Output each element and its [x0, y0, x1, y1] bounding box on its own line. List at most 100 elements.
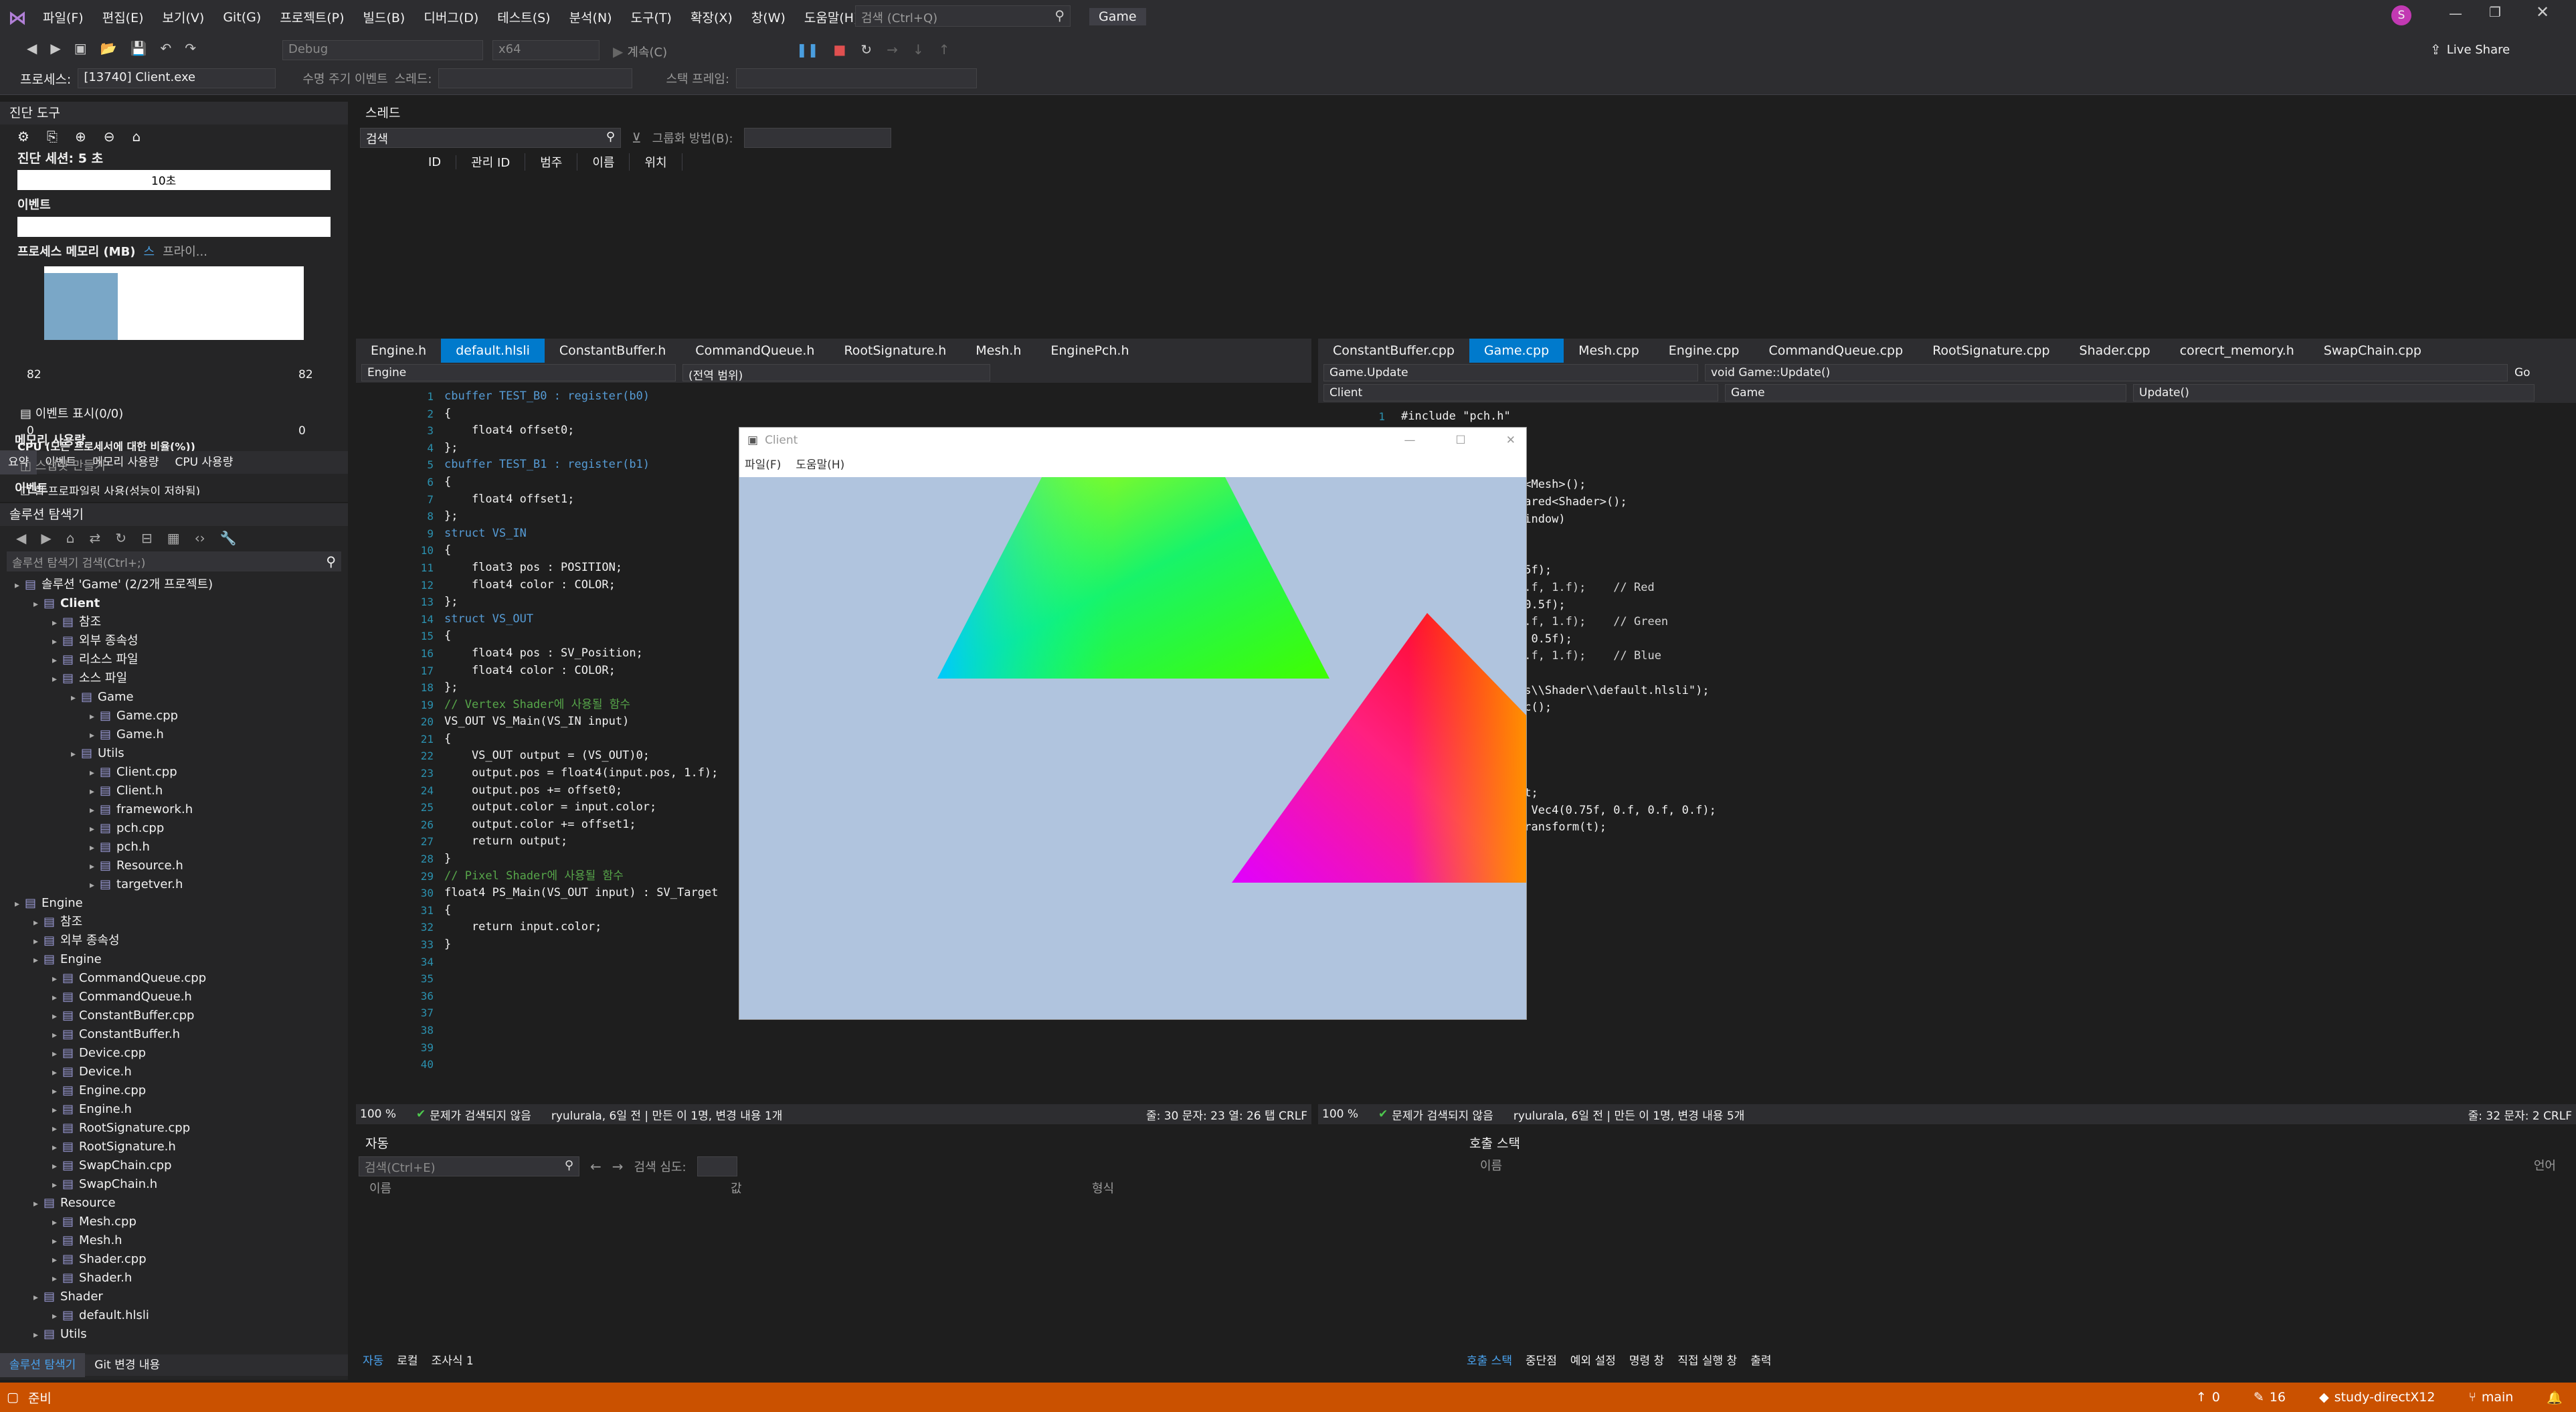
expand-arrow-icon[interactable]: ▸	[52, 974, 57, 984]
tree-item[interactable]: ▸ ▤ pch.cpp	[5, 819, 348, 838]
tree-item[interactable]: ▸ ▤ 참조	[5, 613, 348, 632]
editor-tab[interactable]: Mesh.cpp	[1564, 339, 1654, 363]
editor-tab[interactable]: CommandQueue.cpp	[1754, 339, 1918, 363]
expand-arrow-icon[interactable]: ▸	[52, 1086, 57, 1097]
settings-icon[interactable]: ⚙	[17, 128, 29, 145]
forward-icon[interactable]: →	[612, 1158, 624, 1174]
tree-item[interactable]: ▸ ▤ pch.h	[5, 838, 348, 857]
tree-item[interactable]: ▸ ▤ ConstantBuffer.cpp	[5, 1006, 348, 1025]
tree-item[interactable]: ▸ ▤ framework.h	[5, 800, 348, 819]
expand-arrow-icon[interactable]: ▸	[52, 636, 57, 647]
expand-arrow-icon[interactable]: ▸	[90, 880, 94, 891]
expand-arrow-icon[interactable]: ▸	[15, 899, 19, 909]
editor-tab[interactable]: ConstantBuffer.h	[545, 339, 680, 363]
menu-item[interactable]: 분석(N)	[560, 8, 622, 26]
tree-item[interactable]: ▸ ▤ Shader.cpp	[5, 1250, 348, 1269]
expand-arrow-icon[interactable]: ▸	[52, 1030, 57, 1041]
thread-column[interactable]: 관리 ID	[456, 153, 526, 171]
editor-tab[interactable]: RootSignature.cpp	[1918, 339, 2064, 363]
right-code[interactable]: 1#include "pch.h"h"Queue.h"h"mesh = make…	[1358, 408, 2549, 1091]
snapshot-button[interactable]: ◫ 스냅샷 만들기	[20, 456, 106, 474]
minimize-icon[interactable]: —	[1404, 434, 1416, 447]
callstack-tab[interactable]: 호출 스택	[1460, 1349, 1519, 1373]
menu-item[interactable]: 도구(T)	[622, 8, 681, 26]
menu-item[interactable]: 확장(X)	[681, 8, 742, 26]
tree-item[interactable]: ▸ ▤ Engine	[5, 950, 348, 969]
expand-arrow-icon[interactable]: ▸	[71, 693, 76, 703]
tree-item[interactable]: ▸ ▤ Utils	[5, 744, 348, 763]
home-icon[interactable]: ⌂	[66, 530, 75, 546]
editor-tab[interactable]: Engine.h	[356, 339, 441, 363]
tree-item[interactable]: ▸ ▤ 리소스 파일	[5, 650, 348, 669]
tree-item[interactable]: ▸ ▤ RootSignature.cpp	[5, 1119, 348, 1138]
expand-arrow-icon[interactable]: ▸	[52, 1236, 57, 1247]
tree-item[interactable]: ▸ ▤ Device.h	[5, 1063, 348, 1081]
expand-arrow-icon[interactable]: ▸	[52, 1217, 57, 1228]
tree-item[interactable]: ▸ ▤ Engine.cpp	[5, 1081, 348, 1100]
status-up[interactable]: 0	[2212, 1390, 2220, 1405]
callstack-tab[interactable]: 출력	[1744, 1349, 1778, 1373]
threads-search[interactable]: 검색 ⚲	[360, 128, 621, 148]
expand-arrow-icon[interactable]: ▸	[52, 1180, 57, 1190]
expand-arrow-icon[interactable]: ▸	[90, 730, 94, 741]
expand-arrow-icon[interactable]: ▸	[52, 1124, 57, 1134]
step-into-icon[interactable]: ↓	[913, 41, 924, 58]
tree-item[interactable]: ▸ ▤ ConstantBuffer.h	[5, 1025, 348, 1044]
menu-item[interactable]: 빌드(B)	[354, 8, 415, 26]
tree-item[interactable]: ▸ ▤ Client.cpp	[5, 763, 348, 782]
status-branch[interactable]: main	[2482, 1390, 2513, 1405]
config-select[interactable]: Debug	[282, 40, 483, 60]
menu-item[interactable]: Git(G)	[213, 10, 270, 25]
expand-arrow-icon[interactable]: ▸	[52, 1255, 57, 1265]
left-zoom[interactable]: 100 %	[360, 1108, 396, 1121]
autos-column[interactable]: 형식	[1079, 1179, 1279, 1197]
autos-search[interactable]: 검색(Ctrl+E) ⚲	[359, 1156, 579, 1176]
callstack-tab[interactable]: 직접 실행 창	[1671, 1349, 1744, 1373]
expand-arrow-icon[interactable]: ▸	[52, 1311, 57, 1322]
editor-tab[interactable]: CommandQueue.h	[680, 339, 829, 363]
editor-tab[interactable]: Engine.cpp	[1654, 339, 1754, 363]
tree-item[interactable]: ▸ ▤ 외부 종속성	[5, 632, 348, 650]
reset-icon[interactable]: ⌂	[132, 128, 141, 145]
editor-tab[interactable]: SwapChain.cpp	[2309, 339, 2436, 363]
col-language[interactable]: 언어	[2534, 1156, 2556, 1174]
right-zoom[interactable]: 100 %	[1322, 1108, 1358, 1121]
callstack-tab[interactable]: 명령 창	[1623, 1349, 1671, 1373]
export-icon[interactable]: ⎘	[47, 128, 58, 145]
expand-arrow-icon[interactable]: ▸	[52, 992, 57, 1003]
minimize-icon[interactable]: —	[2449, 5, 2462, 21]
pause-icon[interactable]: ❚❚	[796, 41, 819, 58]
step-over-icon[interactable]: →	[887, 41, 898, 58]
expand-arrow-icon[interactable]: ▸	[90, 805, 94, 816]
editor-tab[interactable]: Game.cpp	[1469, 339, 1564, 363]
tree-item[interactable]: ▸ ▤ Shader.h	[5, 1269, 348, 1288]
tree-item[interactable]: ▸ ▤ Game.h	[5, 725, 348, 744]
expand-arrow-icon[interactable]: ▸	[33, 936, 38, 947]
expand-arrow-icon[interactable]: ▸	[90, 824, 94, 834]
expand-arrow-icon[interactable]: ▸	[33, 599, 38, 610]
refresh-icon[interactable]: ↻	[115, 530, 126, 546]
thread-column[interactable]: 위치	[630, 153, 682, 171]
expand-arrow-icon[interactable]: ▸	[71, 749, 76, 760]
menu-item[interactable]: 디버그(D)	[414, 8, 488, 26]
solution-bottom-tab[interactable]: 솔루션 탐색기	[0, 1353, 86, 1377]
expand-arrow-icon[interactable]: ▸	[52, 655, 57, 666]
show-events[interactable]: ▤ 이벤트 표시(0/0)	[20, 404, 123, 422]
tree-item[interactable]: ▸ ▤ RootSignature.h	[5, 1138, 348, 1156]
stack-frame-select[interactable]	[736, 68, 978, 88]
stop-icon[interactable]: ■	[834, 41, 846, 58]
restart-icon[interactable]: ↻	[860, 41, 872, 58]
close-icon[interactable]: ✕	[2536, 3, 2549, 21]
back-icon[interactable]: ◀	[27, 40, 37, 56]
expand-arrow-icon[interactable]: ▸	[52, 1142, 57, 1153]
tree-item[interactable]: ▸ ▤ Shader	[5, 1288, 348, 1306]
menu-item[interactable]: 프로젝트(P)	[270, 8, 353, 26]
expand-arrow-icon[interactable]: ▸	[90, 861, 94, 872]
zoom-in-icon[interactable]: ⊕	[75, 128, 86, 145]
tree-item[interactable]: ▸ ▤ 외부 종속성	[5, 932, 348, 950]
right-nav-5[interactable]: Update()	[2133, 384, 2535, 402]
expand-arrow-icon[interactable]: ▸	[52, 1067, 57, 1078]
expand-arrow-icon[interactable]: ▸	[52, 1273, 57, 1284]
thread-column[interactable]: 이름	[577, 153, 630, 171]
restore-icon[interactable]: ❐	[2489, 4, 2501, 20]
